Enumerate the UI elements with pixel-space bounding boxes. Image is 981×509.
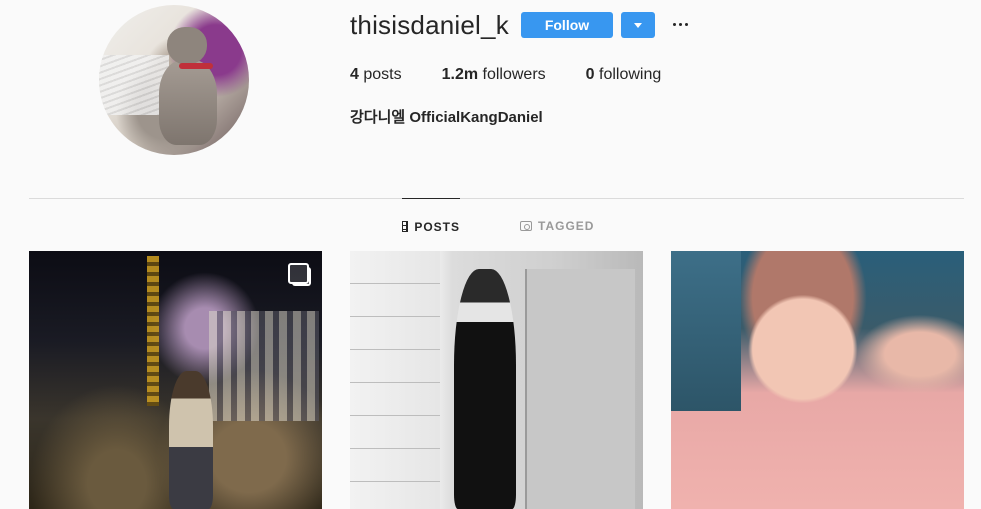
tag-icon <box>520 221 532 231</box>
profile-full-name: 강다니엘 OfficialKangDaniel <box>350 109 543 126</box>
post-image-detail <box>147 256 159 406</box>
avatar-collar <box>179 63 213 69</box>
follow-button[interactable]: Follow <box>521 12 613 38</box>
post-thumbnail[interactable] <box>671 251 964 509</box>
stat-followers[interactable]: 1.2m followers <box>442 66 546 84</box>
posts-count: 4 <box>350 66 359 83</box>
stat-following[interactable]: 0 following <box>586 66 662 84</box>
more-options-button[interactable] <box>668 12 692 36</box>
stat-posts: 4 posts <box>350 66 402 84</box>
tabs-divider <box>29 198 964 199</box>
profile-username: thisisdaniel_k <box>350 10 509 40</box>
suggestions-dropdown-button[interactable] <box>621 12 655 38</box>
followers-count: 1.2m <box>441 66 479 83</box>
following-label: following <box>594 66 662 83</box>
post-thumbnail[interactable] <box>29 251 322 509</box>
chevron-down-icon <box>634 22 642 28</box>
profile-stats: 4 posts 1.2m followers 0 following <box>350 66 701 84</box>
post-image-detail <box>209 311 319 421</box>
more-dot-icon <box>672 22 676 26</box>
post-image-detail <box>671 251 741 411</box>
tab-tagged-label: TAGGED <box>538 219 595 233</box>
grid-icon <box>402 221 409 232</box>
posts-label: posts <box>358 66 402 83</box>
profile-avatar[interactable] <box>99 5 249 155</box>
tab-posts[interactable]: POSTS <box>402 198 460 252</box>
multi-photo-icon <box>288 263 311 286</box>
followers-label: followers <box>478 66 546 83</box>
avatar-cat-head <box>167 27 207 65</box>
post-image-detail <box>454 269 516 509</box>
post-image-detail <box>525 269 635 509</box>
avatar-cat-body <box>159 60 217 145</box>
tab-posts-label: POSTS <box>414 219 460 234</box>
following-count: 0 <box>585 66 595 83</box>
more-dot-icon <box>678 22 682 26</box>
post-thumbnail[interactable] <box>350 251 643 509</box>
post-image-detail <box>350 251 440 509</box>
post-image-detail <box>169 371 213 509</box>
tab-tagged[interactable]: TAGGED <box>520 198 594 252</box>
more-dot-icon <box>684 22 688 26</box>
